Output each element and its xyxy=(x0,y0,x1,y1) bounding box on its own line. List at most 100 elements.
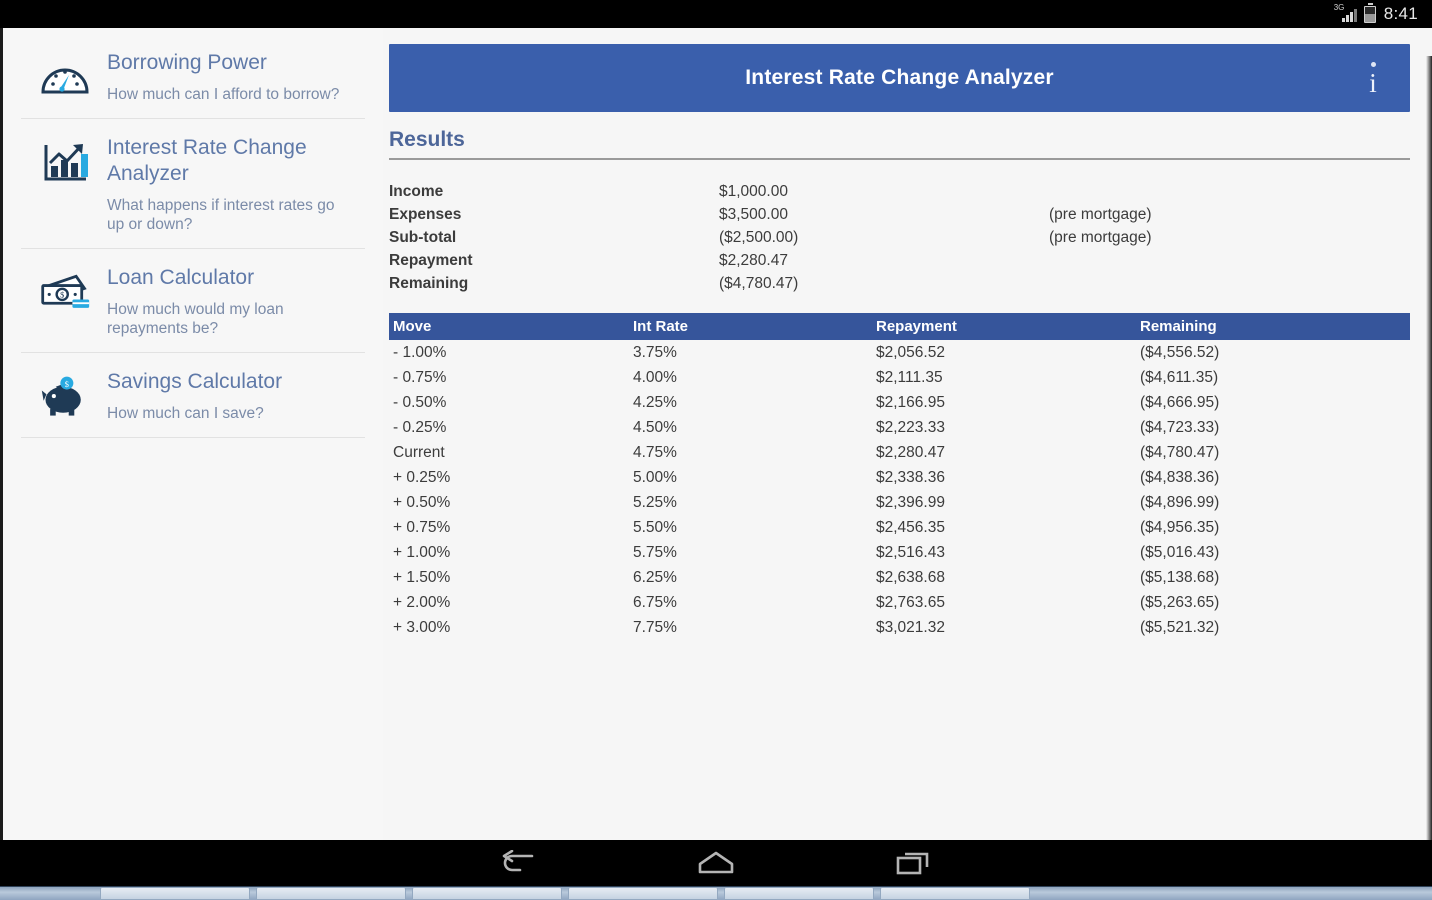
info-icon[interactable]: i xyxy=(1356,56,1390,100)
sidebar-item-subtitle: What happens if interest rates go up or … xyxy=(107,197,335,233)
table-row[interactable]: + 1.50% 6.25% $2,638.68 ($5,138.68) xyxy=(389,565,1410,590)
summary-note xyxy=(1049,249,1410,272)
sidebar-item-text: Interest Rate Change Analyzer What happe… xyxy=(107,133,345,234)
sidebar-item-borrowing-power[interactable]: Borrowing Power How much can I afford to… xyxy=(21,34,365,119)
sidebar-item-title: Borrowing Power xyxy=(107,51,267,74)
table-cell: ($5,263.65) xyxy=(1140,593,1220,611)
table-row[interactable]: Current 4.75% $2,280.47 ($4,780.47) xyxy=(389,440,1410,465)
table-cell: 6.75% xyxy=(633,593,677,611)
summary-note xyxy=(1049,180,1410,203)
sidebar-item-text: Loan Calculator How much would my loan r… xyxy=(107,263,345,338)
back-arrow-icon[interactable] xyxy=(489,846,547,880)
table-cell: ($4,896.99) xyxy=(1140,493,1220,511)
signal-bars-icon: 3G xyxy=(1334,4,1357,23)
table-cell: - 0.50% xyxy=(393,393,447,411)
table-cell: 4.00% xyxy=(633,368,677,386)
table-cell: ($5,016.43) xyxy=(1140,543,1220,561)
sidebar-item-subtitle: How much can I save? xyxy=(107,405,264,422)
table-cell: Current xyxy=(393,443,445,461)
page-title: Interest Rate Change Analyzer xyxy=(745,66,1054,89)
speedometer-icon xyxy=(39,52,91,104)
summary-value: ($2,500.00) xyxy=(719,228,799,246)
table-cell: + 0.25% xyxy=(393,468,451,486)
table-cell: $2,456.35 xyxy=(876,518,945,536)
rate-table-column-header[interactable]: Int Rate xyxy=(629,313,872,340)
table-cell: + 0.50% xyxy=(393,493,451,511)
piggy-bank-icon: $ xyxy=(39,371,91,423)
results-section-header: Results xyxy=(389,128,1410,160)
taskbar-item[interactable] xyxy=(412,887,562,900)
table-cell: 5.50% xyxy=(633,518,677,536)
table-cell: $2,396.99 xyxy=(876,493,945,511)
table-cell: + 3.00% xyxy=(393,618,451,636)
table-row[interactable]: + 1.00% 5.75% $2,516.43 ($5,016.43) xyxy=(389,540,1410,565)
status-icon-group: 3G xyxy=(1334,2,1376,23)
summary-note xyxy=(1049,272,1410,295)
table-cell: 7.75% xyxy=(633,618,677,636)
info-icon-dot xyxy=(1370,62,1376,67)
taskbar-item[interactable] xyxy=(100,887,250,900)
taskbar-item[interactable] xyxy=(256,887,406,900)
summary-value: $1,000.00 xyxy=(719,182,788,200)
table-row[interactable]: + 3.00% 7.75% $3,021.32 ($5,521.32) xyxy=(389,615,1410,640)
taskbar-item[interactable] xyxy=(724,887,874,900)
table-cell: 4.75% xyxy=(633,443,677,461)
table-row[interactable]: - 0.50% 4.25% $2,166.95 ($4,666.95) xyxy=(389,390,1410,415)
taskbar-item[interactable] xyxy=(880,887,1030,900)
table-cell: + 2.00% xyxy=(393,593,451,611)
app-window: Borrowing Power How much can I afford to… xyxy=(0,28,1432,868)
table-row[interactable]: - 0.75% 4.00% $2,111.35 ($4,611.35) xyxy=(389,365,1410,390)
rate-table-header-row: Move Int Rate Repayment Remaining xyxy=(389,313,1410,340)
rate-table-body: - 1.00% 3.75% $2,056.52 ($4,556.52) - 0.75% 4… xyxy=(389,340,1410,640)
bar-chart-growth-icon xyxy=(39,137,91,189)
summary-row: Remaining ($4,780.47) xyxy=(389,272,1410,295)
sidebar-item-subtitle: How much can I afford to borrow? xyxy=(107,86,340,103)
results-title: Results xyxy=(389,128,465,151)
host-taskbar[interactable] xyxy=(0,886,1432,900)
sidebar-item-interest-rate-change-analyzer[interactable]: Interest Rate Change Analyzer What happe… xyxy=(21,119,365,249)
table-cell: $2,280.47 xyxy=(876,443,945,461)
sidebar-item-loan-calculator[interactable]: $ Loan Calculator How much would my loan… xyxy=(21,249,365,353)
sidebar-item-title: Loan Calculator xyxy=(107,266,255,289)
summary-row: Expenses $3,500.00 (pre mortgage) xyxy=(389,203,1410,226)
battery-icon xyxy=(1363,2,1376,23)
table-cell: $2,166.95 xyxy=(876,393,945,411)
table-row[interactable]: - 0.25% 4.50% $2,223.33 ($4,723.33) xyxy=(389,415,1410,440)
table-cell: 6.25% xyxy=(633,568,677,586)
info-icon-stem: i xyxy=(1369,68,1377,98)
table-cell: ($4,666.95) xyxy=(1140,393,1220,411)
rate-table-column-header[interactable]: Move xyxy=(389,313,629,340)
table-cell: ($4,611.35) xyxy=(1140,368,1219,386)
table-row[interactable]: + 2.00% 6.75% $2,763.65 ($5,263.65) xyxy=(389,590,1410,615)
table-cell: 4.25% xyxy=(633,393,677,411)
sidebar-item-title: Savings Calculator xyxy=(107,370,283,393)
sidebar-item-savings-calculator[interactable]: $ Savings Calculator How much can I save… xyxy=(21,353,365,438)
android-status-bar: 3G 8:41 xyxy=(0,0,1432,28)
table-cell: $3,021.32 xyxy=(876,618,945,636)
table-cell: ($4,723.33) xyxy=(1140,418,1220,436)
table-cell: $2,056.52 xyxy=(876,343,945,361)
table-cell: - 0.25% xyxy=(393,418,447,436)
table-cell: ($4,556.52) xyxy=(1140,343,1220,361)
table-cell: 3.75% xyxy=(633,343,677,361)
summary-table: Income $1,000.00 Expenses $3,500.00 (pre mor… xyxy=(389,180,1410,295)
main-content: Interest Rate Change Analyzer i Results … xyxy=(383,28,1432,840)
table-row[interactable]: + 0.25% 5.00% $2,338.36 ($4,838.36) xyxy=(389,465,1410,490)
table-cell: ($4,838.36) xyxy=(1140,468,1220,486)
table-cell: $2,111.35 xyxy=(876,368,943,386)
taskbar-item[interactable] xyxy=(568,887,718,900)
table-row[interactable]: - 1.00% 3.75% $2,056.52 ($4,556.52) xyxy=(389,340,1410,365)
recent-apps-icon[interactable] xyxy=(885,846,943,880)
sidebar: Borrowing Power How much can I afford to… xyxy=(3,28,383,840)
table-row[interactable]: + 0.50% 5.25% $2,396.99 ($4,896.99) xyxy=(389,490,1410,515)
rate-table-column-header[interactable]: Repayment xyxy=(872,313,1136,340)
table-cell: $2,763.65 xyxy=(876,593,945,611)
table-row[interactable]: + 0.75% 5.50% $2,456.35 ($4,956.35) xyxy=(389,515,1410,540)
table-cell: ($5,138.68) xyxy=(1140,568,1220,586)
table-cell: $2,223.33 xyxy=(876,418,945,436)
table-cell: + 1.50% xyxy=(393,568,451,586)
rate-table-column-header[interactable]: Remaining xyxy=(1136,313,1410,340)
rate-table-head: Move Int Rate Repayment Remaining xyxy=(389,313,1410,340)
home-icon[interactable] xyxy=(687,846,745,880)
table-cell: $2,638.68 xyxy=(876,568,945,586)
